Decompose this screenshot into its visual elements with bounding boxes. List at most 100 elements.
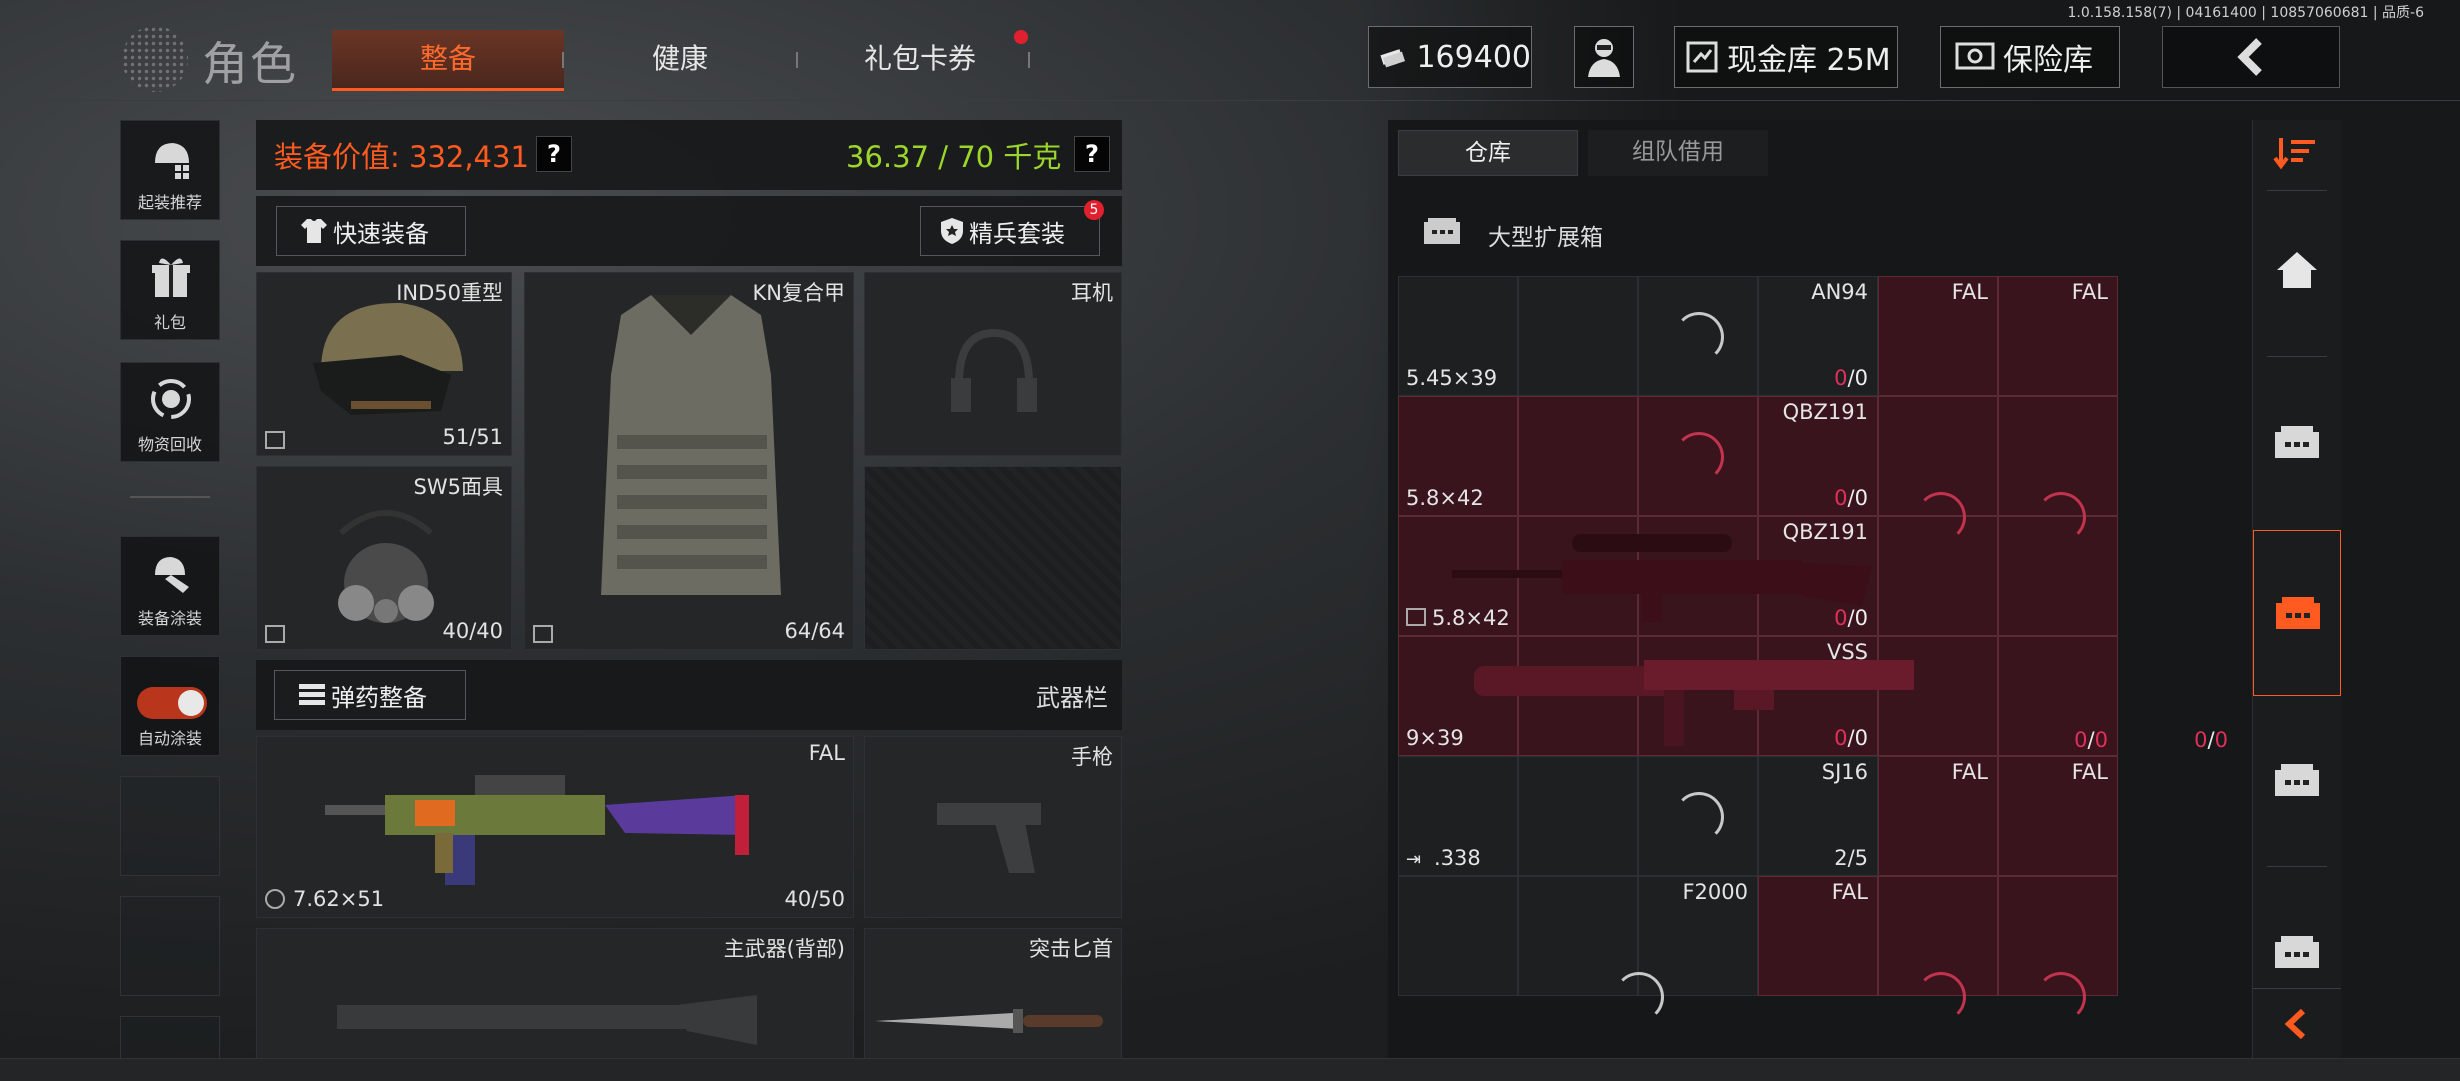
tab-equip[interactable]: 整备 bbox=[332, 30, 564, 91]
armor-image bbox=[601, 295, 781, 595]
cash-vault-label: 现金库 25M bbox=[1727, 43, 1891, 78]
primary-weapon-caliber: 7.62×51 bbox=[293, 887, 385, 911]
sidebar-empty-slot bbox=[120, 896, 220, 996]
container-small-icon[interactable] bbox=[2273, 422, 2321, 460]
sort-icon bbox=[2273, 138, 2315, 170]
mask-slot[interactable]: SW5面具 40/40 bbox=[256, 466, 512, 650]
auto-paint-toggle[interactable] bbox=[137, 687, 207, 719]
sidebar-label: 礼包 bbox=[153, 313, 186, 332]
loading-spinner-icon bbox=[2036, 972, 2086, 1022]
helmet-slot[interactable]: IND50重型 51/51 bbox=[256, 272, 512, 456]
primary-weapon-slot[interactable]: FAL 7.62×51 40/50 bbox=[256, 736, 854, 918]
item-caliber: .338 bbox=[1434, 846, 1481, 870]
gas-mask-image bbox=[338, 510, 434, 623]
bottom-strip bbox=[0, 1058, 2460, 1081]
item-name: FAL bbox=[1831, 880, 1868, 904]
back-button[interactable] bbox=[2162, 26, 2340, 88]
item-name: FAL bbox=[2071, 760, 2108, 784]
elite-badge: 5 bbox=[1084, 200, 1104, 220]
cash-vault-button[interactable]: 现金库 25M bbox=[1674, 26, 1898, 88]
warehouse-item-qbz191-scoped[interactable]: QBZ191 5.8×42 0/0 bbox=[1398, 516, 1878, 636]
trader-avatar-icon bbox=[1588, 39, 1620, 77]
elite-set-button[interactable]: 精兵套装 bbox=[920, 206, 1100, 256]
warehouse-item-fal[interactable]: FAL bbox=[1998, 756, 2118, 876]
helmet-image bbox=[313, 302, 463, 415]
sidebar-item-auto-paint[interactable]: 自动涂装 bbox=[120, 656, 220, 756]
warehouse-item-qbz191[interactable]: QBZ191 5.8×42 0/0 bbox=[1398, 396, 1878, 516]
knife-name: 突击匕首 bbox=[1029, 937, 1113, 961]
ammo-sort-button[interactable]: 弹药整备 bbox=[274, 670, 466, 720]
container-extra-icon[interactable] bbox=[2273, 932, 2321, 970]
elite-set-label: 精兵套装 bbox=[969, 219, 1065, 248]
loading-spinner-icon bbox=[2036, 492, 2086, 542]
warehouse-item-fal[interactable]: FAL bbox=[1878, 756, 1998, 876]
container-name: 大型扩展箱 bbox=[1488, 225, 1603, 251]
weapon-bar-header: 弹药整备 武器栏 bbox=[256, 660, 1122, 730]
warehouse-item-sj16[interactable]: SJ16 ⇥ .338 2/5 bbox=[1398, 756, 1878, 876]
warehouse-item-fal[interactable]: FAL bbox=[1878, 276, 1998, 396]
ammo-sort-label: 弹药整备 bbox=[331, 683, 427, 712]
home-icon[interactable] bbox=[2275, 250, 2319, 290]
sidebar-empty-slot bbox=[120, 776, 220, 876]
value-help-button[interactable]: ? bbox=[536, 136, 572, 172]
sidebar-item-recommend[interactable]: 起装推荐 bbox=[120, 120, 220, 220]
notification-dot bbox=[1014, 30, 1028, 44]
warehouse-item-an94[interactable]: AN94 5.45×39 0/0 bbox=[1398, 276, 1878, 396]
safe-vault-label: 保险库 bbox=[2003, 43, 2093, 78]
item-name: SJ16 bbox=[1821, 760, 1868, 784]
item-caliber: 5.45×39 bbox=[1406, 366, 1498, 390]
sidebar-label: 起装推荐 bbox=[137, 193, 202, 212]
character-logo-icon bbox=[122, 26, 188, 92]
warehouse-grid: AN94 5.45×39 0/0 FAL FAL QBZ191 5.8×42 0… bbox=[1398, 276, 2238, 1076]
weight-display: 36.37 / 70 千克 bbox=[846, 140, 1062, 174]
trader-button[interactable] bbox=[1574, 26, 1634, 88]
collapse-button[interactable] bbox=[2253, 988, 2341, 1061]
warehouse-item-f2000[interactable]: F2000 bbox=[1398, 876, 1758, 1076]
warehouse-panel: 仓库 组队借用 大型扩展箱 AN94 5.45×39 0/0 FAL FAL Q… bbox=[1388, 120, 2250, 1080]
item-caliber: 9×39 bbox=[1406, 726, 1464, 750]
armor-name: KN复合甲 bbox=[752, 281, 845, 305]
insured-icon bbox=[265, 431, 285, 449]
item-ammo: 0/0 bbox=[1834, 366, 1868, 390]
toggle-knob bbox=[178, 690, 204, 716]
safe-vault-button[interactable]: 保险库 bbox=[1940, 26, 2120, 88]
borrowed-icon: ⇥ bbox=[1406, 849, 1422, 870]
container-medium-icon[interactable] bbox=[2273, 760, 2321, 798]
gift-icon bbox=[152, 258, 190, 297]
weapon-bar-label: 武器栏 bbox=[1036, 684, 1108, 712]
tab-separator bbox=[1028, 52, 1030, 68]
insured-icon bbox=[1406, 608, 1426, 626]
knife-image bbox=[875, 1009, 1103, 1033]
warehouse-item-vss[interactable]: VSS 9×39 0/0 bbox=[1398, 636, 1914, 756]
sidebar-item-recycle[interactable]: 物资回收 bbox=[120, 362, 220, 462]
build-info: 1.0.158.158(7) | 04161400 | 10857060681 … bbox=[2067, 5, 2425, 21]
tab-team-borrow[interactable]: 组队借用 bbox=[1588, 130, 1768, 176]
headset-slot[interactable]: 耳机 bbox=[864, 272, 1122, 456]
quick-equip-button[interactable]: 快速装备 bbox=[276, 206, 466, 256]
ammo-icon bbox=[299, 684, 325, 705]
pistol-slot[interactable]: 手枪 bbox=[864, 736, 1122, 918]
loading-spinner-icon bbox=[1674, 432, 1724, 482]
quick-equip-label: 快速装备 bbox=[333, 219, 429, 248]
weight-help-button[interactable]: ? bbox=[1074, 136, 1110, 172]
tab-gift-cards[interactable]: 礼包卡券 bbox=[820, 30, 1020, 88]
tab-warehouse[interactable]: 仓库 bbox=[1398, 130, 1578, 176]
item-ammo: 0/0 bbox=[1834, 726, 1868, 750]
sidebar-item-paint[interactable]: 装备涂装 bbox=[120, 536, 220, 636]
sidebar-divider bbox=[130, 496, 210, 498]
item-name: QBZ191 bbox=[1782, 520, 1868, 544]
back-weapon-name: 主武器(背部) bbox=[723, 937, 845, 961]
tab-separator bbox=[796, 52, 798, 68]
warehouse-item-fal[interactable]: FAL bbox=[1758, 876, 1878, 996]
container-large-tab-active[interactable] bbox=[2253, 530, 2341, 696]
equipment-summary-bar: 装备价值: 332,431 ? 36.37 / 70 千克 ? bbox=[256, 120, 1122, 190]
sidebar-item-gift[interactable]: 礼包 bbox=[120, 240, 220, 340]
money-display: 169400 bbox=[1368, 26, 1532, 88]
tab-separator bbox=[562, 52, 564, 68]
insured-icon bbox=[533, 625, 553, 643]
armor-durability: 64/64 bbox=[784, 619, 845, 643]
warehouse-item-fal[interactable]: FAL bbox=[1998, 276, 2118, 396]
pistol-placeholder-icon bbox=[937, 803, 1041, 873]
tab-health[interactable]: 健康 bbox=[580, 30, 780, 88]
armor-slot[interactable]: KN复合甲 64/64 bbox=[524, 272, 854, 650]
